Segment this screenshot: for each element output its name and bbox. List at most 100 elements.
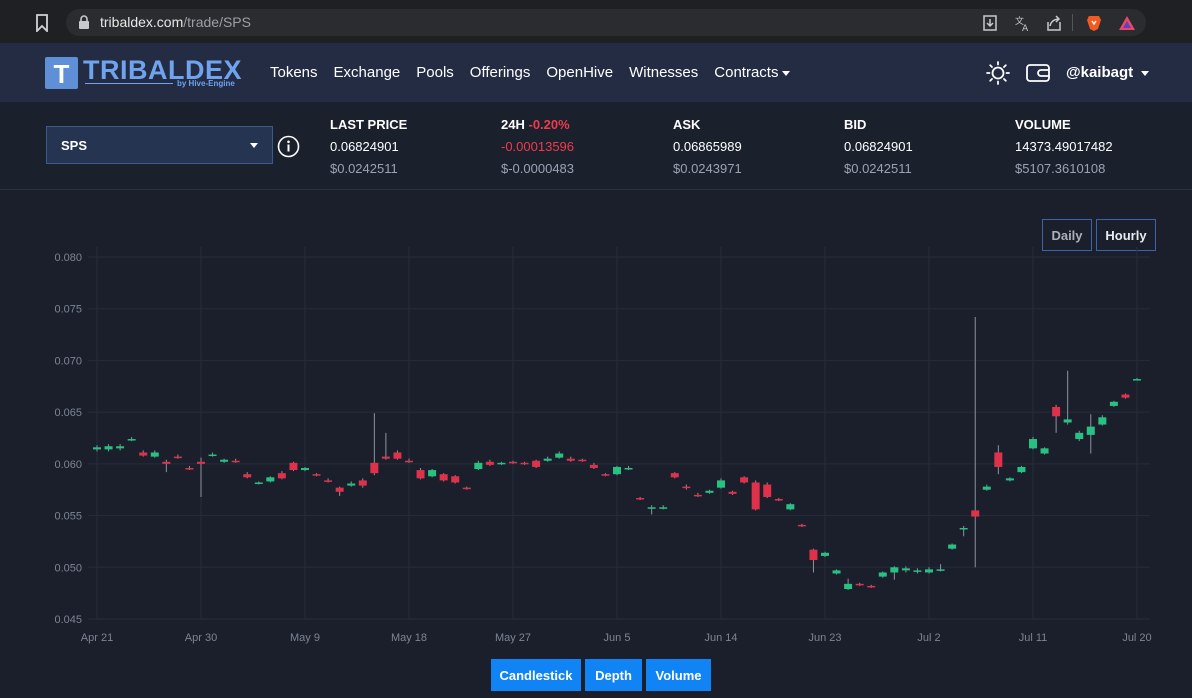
candle-body: [682, 486, 691, 489]
url-text: tribaldex.com/trade/SPS: [100, 14, 251, 30]
share-icon[interactable]: [1045, 14, 1063, 32]
user-menu[interactable]: @kaibagt: [1066, 64, 1150, 81]
change-percent: -0.20%: [528, 117, 570, 132]
translate-icon[interactable]: 文 A: [1014, 14, 1032, 32]
candle: [878, 571, 887, 578]
candle-body: [231, 460, 240, 463]
info-icon[interactable]: [277, 135, 300, 158]
candle-body: [844, 583, 853, 590]
candle: [867, 584, 876, 588]
candle: [890, 566, 899, 580]
x-tick-label: Jun 5: [604, 632, 631, 644]
candle-body: [520, 462, 529, 465]
candle-body: [1121, 394, 1130, 398]
nav-link-tokens[interactable]: Tokens: [270, 64, 318, 81]
candle-body: [497, 462, 506, 465]
candle-body: [867, 585, 876, 588]
candle: [624, 465, 633, 471]
candle: [451, 475, 460, 484]
nav-link-exchange[interactable]: Exchange: [334, 64, 401, 81]
address-bar[interactable]: tribaldex.com/trade/SPS 文 A: [66, 9, 1146, 36]
brave-rewards-icon[interactable]: [1118, 14, 1136, 32]
candle: [150, 450, 159, 458]
candle: [277, 471, 286, 480]
candle-body: [555, 453, 564, 458]
stat-label: ASK: [673, 117, 701, 132]
bookmark-icon[interactable]: [34, 14, 50, 32]
candle: [243, 472, 252, 479]
candle-body: [647, 507, 656, 509]
candle: [1075, 430, 1084, 442]
candle-body: [948, 544, 957, 549]
sun-icon[interactable]: [985, 61, 1011, 85]
chevron-down-icon: [250, 143, 258, 148]
download-icon[interactable]: [981, 14, 999, 32]
candle: [809, 548, 818, 573]
candle-body: [324, 480, 333, 482]
candle-body: [266, 477, 275, 482]
depth-button[interactable]: Depth: [585, 659, 642, 691]
candle: [925, 567, 933, 574]
candle: [543, 456, 552, 462]
candle: [797, 523, 806, 527]
nav-link-openhive[interactable]: OpenHive: [546, 64, 613, 81]
tribaldex-logo[interactable]: T TRIBALDEX by Hive-Engine: [45, 55, 245, 89]
x-tick-label: Jun 23: [808, 632, 841, 644]
candle-body: [220, 459, 229, 462]
browser-toolbar: tribaldex.com/trade/SPS 文 A: [0, 0, 1192, 43]
candle: [821, 551, 829, 557]
candle-body: [1109, 401, 1118, 406]
candle: [555, 451, 564, 459]
market-ticker: SPS LAST PRICE 0.06824901 $0.0242511 24H…: [0, 102, 1192, 190]
candle-body: [670, 473, 679, 478]
brave-lion-icon[interactable]: [1085, 14, 1103, 32]
candlestick-chart[interactable]: 0.080 0.075 0.070 0.065 0.060 0.055 0.050 0.045…: [0, 190, 1192, 650]
candlestick-button[interactable]: Candlestick: [491, 659, 581, 691]
candle: [740, 476, 749, 484]
candle-body: [116, 446, 125, 449]
candle: [462, 486, 471, 490]
candle-body: [890, 567, 899, 573]
candle-body: [751, 482, 760, 510]
candle: [208, 452, 217, 457]
candle-body: [1040, 448, 1049, 454]
nav-link-offerings[interactable]: Offerings: [470, 64, 531, 81]
candle-body: [659, 507, 668, 509]
token-select[interactable]: SPS: [46, 126, 273, 164]
logo-tagline: by Hive-Engine: [177, 79, 235, 88]
candle: [844, 578, 853, 591]
nav-link-witnesses[interactable]: Witnesses: [629, 64, 698, 81]
url-path: /trade/SPS: [183, 14, 251, 30]
candle: [289, 461, 298, 472]
nav-link-pools[interactable]: Pools: [416, 64, 454, 81]
wallet-icon[interactable]: [1025, 61, 1051, 85]
candle: [647, 505, 656, 515]
candle-body: [728, 491, 737, 494]
candle: [231, 458, 240, 463]
candle-body: [855, 583, 864, 586]
chart-view-buttons: Candlestick Depth Volume: [491, 659, 715, 691]
candle-body: [994, 452, 1003, 467]
candle: [220, 458, 229, 463]
candle-body: [821, 552, 829, 556]
nav-link-contracts[interactable]: Contracts: [714, 64, 791, 81]
x-tick-label: Apr 30: [185, 632, 217, 644]
candle: [381, 432, 390, 460]
candle-body: [1086, 426, 1095, 435]
candle: [266, 476, 275, 483]
candle-body: [370, 462, 379, 474]
x-tick-label: Jul 2: [917, 632, 940, 644]
candle: [705, 489, 714, 494]
price-chart-panel: Daily Hourly 0.080 0.075 0.070 0.065 0.060 0.…: [0, 190, 1192, 698]
candle: [1063, 370, 1072, 425]
candle: [405, 458, 413, 463]
candle: [613, 465, 621, 476]
candle-body: [312, 474, 321, 476]
candle: [751, 480, 760, 511]
candle-body: [474, 462, 483, 470]
candle-body: [254, 482, 263, 484]
x-tick-label: Jul 11: [1019, 632, 1048, 644]
candle: [497, 461, 506, 465]
candle-body: [439, 474, 448, 481]
volume-button[interactable]: Volume: [646, 659, 711, 691]
